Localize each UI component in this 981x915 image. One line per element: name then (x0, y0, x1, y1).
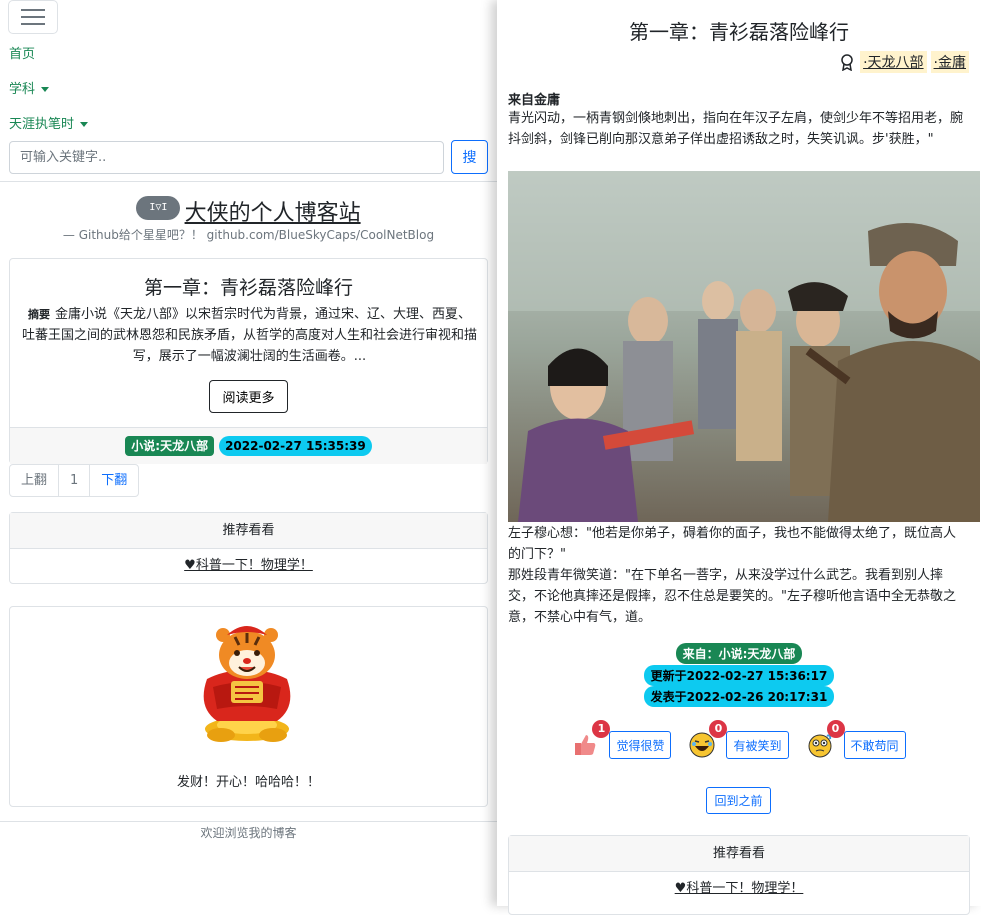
site-subtitle: — Github给个星星吧？！ github.com/BlueSkyCaps/C… (62, 228, 435, 242)
reaction-row: 1 觉得很赞 0 有被笑到 0 不敢苟同 (497, 720, 981, 759)
disagree-count: 0 (826, 720, 845, 738)
divider (0, 181, 497, 182)
recommend-header: 推荐看看 (10, 513, 487, 549)
article-panel: 第一章：青衫磊落险峰行 ·天龙八部 ·金庸 来自金庸 青光闪动，一柄青钢剑倏地刺… (497, 0, 981, 915)
pagination: 上翻 1 下翻 (9, 464, 140, 497)
divider (0, 821, 497, 822)
reaction-laugh: 0 有被笑到 (689, 720, 789, 759)
caret-down-icon (80, 122, 89, 127)
post-footer: 小说:天龙八部 2022-02-27 15:35:39 (10, 427, 487, 464)
category-badge[interactable]: 小说:天龙八部 (125, 436, 215, 456)
prev-page-link[interactable]: 上翻 (10, 465, 60, 496)
reaction-like: 1 觉得很赞 (572, 720, 672, 759)
date-badge: 2022-02-27 15:35:39 (219, 436, 372, 456)
search-input[interactable] (9, 141, 444, 174)
site-logo: I▽I (136, 196, 181, 220)
site-title-link[interactable]: 大侠的个人博客站 (185, 200, 361, 225)
source-badge[interactable]: 来自：小说:天龙八部 (675, 643, 803, 664)
nav-home-link[interactable]: 首页 (9, 43, 35, 62)
laugh-count: 0 (709, 720, 728, 738)
widget-caption: 发财！开心！哈哈哈！！ (176, 775, 320, 790)
article-paragraph: 青光闪动，一柄青钢剑倏地刺出，指向在年汉子左肩，使剑少年不等招用老，腕抖剑斜，剑… (508, 111, 964, 147)
post-card: 第一章：青衫磊落险峰行 摘要 金庸小说《天龙八部》以宋哲宗时代为背景，通过宋、辽、… (9, 258, 488, 464)
published-badge: 发表于2022-02-26 20:17:31 (643, 686, 835, 707)
confused-emoji-icon[interactable] (807, 732, 833, 758)
medal-icon (841, 54, 853, 71)
menu-toggle-button[interactable] (8, 0, 58, 34)
tiger-mascot-image (203, 626, 291, 742)
search-button[interactable]: 搜 (451, 140, 488, 174)
article-photo (508, 171, 980, 522)
tag-tianlongbabu[interactable]: ·天龙八部 (860, 51, 927, 73)
post-title: 第一章：青衫磊落险峰行 (143, 277, 353, 299)
disagree-button[interactable]: 不敢苟同 (843, 731, 906, 759)
recommend-card: 推荐看看 ♥科普一下！物理学！ (9, 512, 488, 584)
article-paragraph: 那姓段青年微笑道："在下单名一菩字，从来没学过什么武艺。我看到别人摔交，不论他真… (508, 568, 956, 625)
caret-down-icon (41, 87, 50, 92)
recommend-link[interactable]: ♥科普一下！物理学！ (509, 872, 969, 906)
site-header: I▽I 大侠的个人博客站 (0, 195, 497, 227)
updated-badge: 更新于2022-02-27 15:36:17 (643, 665, 835, 686)
hamburger-icon (21, 9, 45, 11)
reaction-disagree: 0 不敢苟同 (807, 720, 906, 759)
main-page: 首页 学科 天涯执笔时 搜 I▽I 大侠的个人博客站 — Github给个星星吧… (0, 0, 497, 906)
back-button[interactable]: 回到之前 (706, 787, 771, 814)
like-count: 1 (592, 720, 611, 738)
nav-notes-dropdown[interactable]: 天涯执笔时 (9, 113, 89, 132)
tag-jinyong[interactable]: ·金庸 (930, 51, 969, 73)
laugh-button[interactable]: 有被笑到 (726, 731, 789, 759)
widget-card: 发财！开心！哈哈哈！！ (9, 606, 488, 807)
current-page[interactable]: 1 (59, 465, 91, 496)
published-badge-row: 发表于2022-02-26 20:17:31 (497, 686, 981, 707)
nav-subjects-dropdown[interactable]: 学科 (9, 78, 50, 97)
source-label: 来自金庸 (508, 93, 561, 108)
like-button[interactable]: 觉得很赞 (609, 731, 672, 759)
abstract-label: 摘要 (27, 308, 50, 321)
read-more-button[interactable]: 阅读更多 (209, 380, 288, 413)
recommend-card: 推荐看看 ♥科普一下！物理学！ (508, 835, 970, 915)
recommend-link[interactable]: ♥科普一下！物理学！ (10, 549, 487, 583)
recommend-header: 推荐看看 (509, 836, 969, 872)
article-title: 第一章：青衫磊落险峰行 (629, 20, 849, 44)
source-badge-row: 来自：小说:天龙八部 (497, 643, 981, 664)
tag-row: ·天龙八部 ·金庸 (838, 51, 969, 73)
footer-text: 欢迎浏览我的博客 (200, 826, 297, 840)
article-paragraph: 左子穆心想："他若是你弟子，碍着你的面子，我也不能做得太绝了，既位高人的门下？" (508, 526, 956, 562)
next-page-link[interactable]: 下翻 (90, 465, 138, 496)
updated-badge-row: 更新于2022-02-27 15:36:17 (497, 665, 981, 686)
post-abstract: 摘要 金庸小说《天龙八部》以宋哲宗时代为背景，通过宋、辽、大理、西夏、吐蕃王国之间… (22, 307, 478, 364)
